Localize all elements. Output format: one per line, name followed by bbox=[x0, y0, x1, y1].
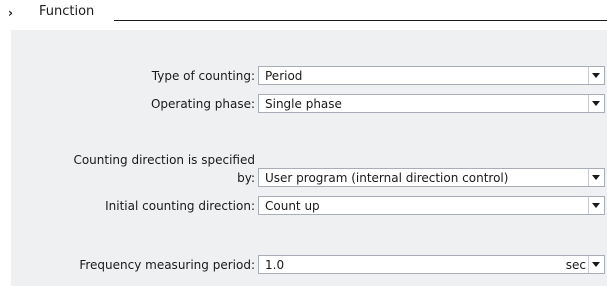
operating-phase-select[interactable]: Single phase bbox=[258, 94, 605, 113]
chevron-down-icon bbox=[592, 175, 600, 180]
frequency-measuring-period-field: 1.0 sec bbox=[258, 255, 605, 274]
chevron-down-icon bbox=[592, 203, 600, 208]
type-of-counting-select[interactable]: Period bbox=[258, 66, 605, 85]
type-of-counting-label: Type of counting: bbox=[151, 69, 255, 83]
header-divider bbox=[114, 20, 607, 21]
counting-direction-spec-value: User program (internal direction control… bbox=[265, 171, 509, 185]
initial-counting-direction-label: Initial counting direction: bbox=[105, 199, 255, 213]
dropdown-button[interactable] bbox=[588, 67, 604, 84]
frequency-measuring-period-input[interactable]: 1.0 bbox=[265, 257, 284, 273]
chevron-down-icon bbox=[592, 101, 600, 106]
operating-phase-value: Single phase bbox=[265, 97, 342, 111]
unit-dropdown-button[interactable] bbox=[588, 256, 604, 273]
counting-direction-spec-label-line1: Counting direction is specified bbox=[73, 153, 255, 167]
dropdown-button[interactable] bbox=[588, 169, 604, 186]
initial-counting-direction-value: Count up bbox=[265, 199, 320, 213]
section-header-function: › Function bbox=[0, 0, 607, 30]
dropdown-button[interactable] bbox=[588, 197, 604, 214]
operating-phase-label: Operating phase: bbox=[150, 97, 255, 111]
counting-direction-spec-label-line2: by: bbox=[237, 171, 255, 185]
chevron-down-icon bbox=[592, 262, 600, 267]
counting-direction-spec-select[interactable]: User program (internal direction control… bbox=[258, 168, 605, 187]
chevron-right-icon[interactable]: › bbox=[8, 5, 22, 21]
initial-counting-direction-select[interactable]: Count up bbox=[258, 196, 605, 215]
function-settings-panel: Type of counting: Period Operating phase… bbox=[11, 30, 607, 286]
type-of-counting-value: Period bbox=[265, 69, 303, 83]
frequency-unit-label: sec bbox=[565, 258, 586, 272]
frequency-measuring-period-label: Frequency measuring period: bbox=[79, 258, 255, 272]
dropdown-button[interactable] bbox=[588, 95, 604, 112]
section-title: Function bbox=[39, 4, 95, 19]
chevron-down-icon bbox=[592, 73, 600, 78]
